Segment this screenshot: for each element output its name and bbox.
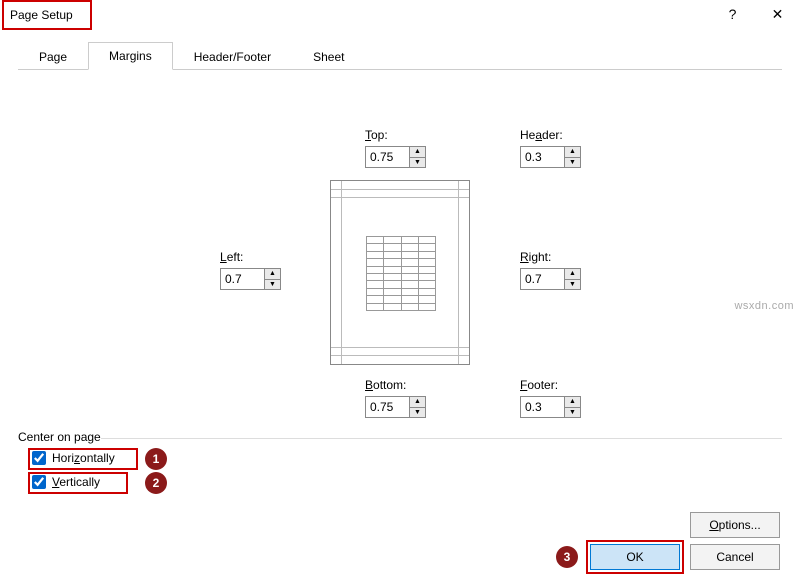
bottom-label: Bottom: — [365, 378, 406, 392]
close-button[interactable]: ✕ — [755, 0, 800, 28]
header-down-icon[interactable]: ▼ — [565, 158, 580, 168]
tab-page[interactable]: Page — [18, 43, 88, 70]
tab-sheet[interactable]: Sheet — [292, 43, 365, 70]
badge-2: 2 — [145, 472, 167, 494]
left-up-icon[interactable]: ▲ — [265, 269, 280, 280]
bottom-down-icon[interactable]: ▼ — [410, 408, 425, 418]
footer-down-icon[interactable]: ▼ — [565, 408, 580, 418]
top-up-icon[interactable]: ▲ — [410, 147, 425, 158]
top-input[interactable] — [365, 146, 410, 168]
top-spinner[interactable]: ▲▼ — [365, 146, 426, 168]
window-title: Page Setup — [10, 8, 73, 22]
right-up-icon[interactable]: ▲ — [565, 269, 580, 280]
tab-bar: Page Margins Header/Footer Sheet — [18, 40, 782, 70]
vertically-label: Vertically — [52, 475, 100, 489]
left-down-icon[interactable]: ▼ — [265, 280, 280, 290]
horizontally-label: Horizontally — [52, 451, 115, 465]
top-label: Top: — [365, 128, 388, 142]
options-button[interactable]: Options... — [690, 512, 780, 538]
footer-input[interactable] — [520, 396, 565, 418]
close-icon: ✕ — [772, 6, 784, 23]
bottom-up-icon[interactable]: ▲ — [410, 397, 425, 408]
left-spinner[interactable]: ▲▼ — [220, 268, 281, 290]
top-down-icon[interactable]: ▼ — [410, 158, 425, 168]
header-input[interactable] — [520, 146, 565, 168]
preview-grid — [366, 236, 436, 311]
badge-1: 1 — [145, 448, 167, 470]
cancel-button[interactable]: Cancel — [690, 544, 780, 570]
help-button[interactable]: ? — [710, 0, 755, 28]
horizontally-checkbox[interactable] — [32, 451, 46, 465]
right-down-icon[interactable]: ▼ — [565, 280, 580, 290]
left-label: Left: — [220, 250, 243, 264]
bottom-spinner[interactable]: ▲▼ — [365, 396, 426, 418]
header-up-icon[interactable]: ▲ — [565, 147, 580, 158]
right-label: Right: — [520, 250, 551, 264]
header-label: Header: — [520, 128, 563, 142]
right-spinner[interactable]: ▲▼ — [520, 268, 581, 290]
tab-margins[interactable]: Margins — [88, 42, 173, 70]
help-icon: ? — [729, 6, 737, 22]
footer-label: Footer: — [520, 378, 558, 392]
right-input[interactable] — [520, 268, 565, 290]
vertically-checkbox[interactable] — [32, 475, 46, 489]
ok-button[interactable]: OK — [590, 544, 680, 570]
bottom-input[interactable] — [365, 396, 410, 418]
header-spinner[interactable]: ▲▼ — [520, 146, 581, 168]
center-on-page-legend: Center on page — [18, 430, 101, 444]
footer-spinner[interactable]: ▲▼ — [520, 396, 581, 418]
badge-3: 3 — [556, 546, 578, 568]
tab-headerfooter[interactable]: Header/Footer — [173, 43, 292, 70]
page-preview — [330, 180, 470, 365]
left-input[interactable] — [220, 268, 265, 290]
footer-up-icon[interactable]: ▲ — [565, 397, 580, 408]
